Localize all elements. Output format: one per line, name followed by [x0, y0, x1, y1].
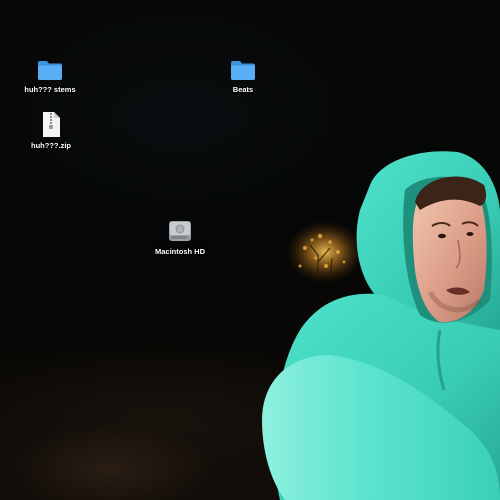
desktop-icon-huh-zip[interactable]: huh???.zip: [23, 111, 79, 150]
folder-icon: [231, 61, 255, 80]
zip-archive-icon: [43, 112, 60, 137]
desktop-icon-label: Beats: [232, 85, 254, 94]
hard-drive-icon: [169, 221, 191, 241]
desktop-icon-label: huh???.zip: [31, 141, 71, 150]
desktop[interactable]: huh??? stems Beats huh???.zip Macintosh: [0, 0, 500, 500]
folder-icon: [38, 61, 62, 80]
desktop-icon-label: huh??? stems: [24, 85, 76, 94]
desktop-icon-huh-stems-folder[interactable]: huh??? stems: [22, 58, 78, 94]
desktop-icon-beats-folder[interactable]: Beats: [215, 58, 271, 94]
desktop-icon-macintosh-hd[interactable]: Macintosh HD: [150, 218, 210, 256]
desktop-icon-label: Macintosh HD: [154, 247, 205, 256]
